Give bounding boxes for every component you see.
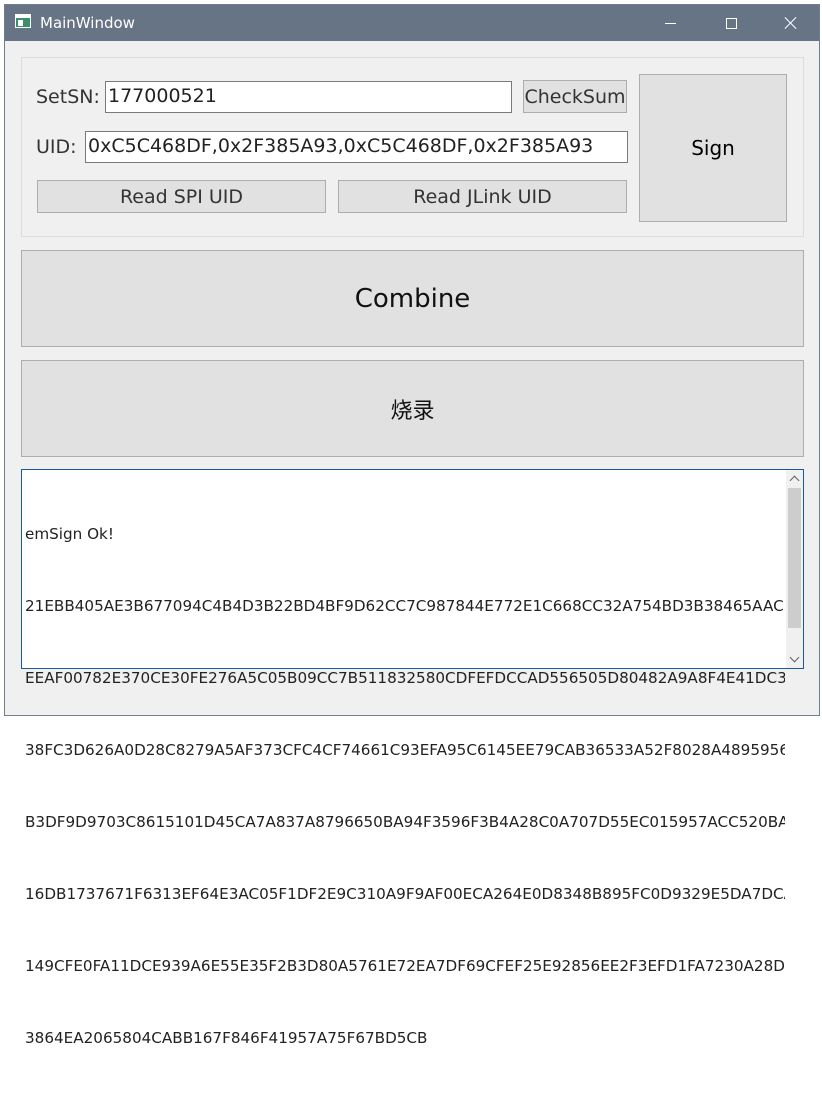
uid-input[interactable]: 0xC5C468DF,0x2F385A93,0xC5C468DF,0x2F385… [85, 131, 628, 163]
title-bar[interactable]: MainWindow [5, 5, 819, 41]
scroll-down-button[interactable] [786, 651, 803, 668]
log-line: 149CFE0FA11DCE939A6E55E35F2B3D80A5761E72… [25, 957, 785, 975]
read-spi-uid-button[interactable]: Read SPI UID [37, 180, 326, 213]
chevron-up-icon [789, 475, 800, 486]
read-spi-uid-label: Read SPI UID [119, 185, 244, 208]
read-jlink-uid-button[interactable]: Read JLink UID [338, 180, 627, 213]
app-window-icon [15, 14, 31, 28]
main-window: MainWindow SetSN: 177000521 CheckSum Sig… [4, 4, 820, 1047]
minimize-button[interactable] [647, 5, 693, 41]
log-line: B3DF9D9703C8615101D45CA7A837A8796650BA94… [25, 813, 785, 831]
log-line: 21EBB405AE3B677094C4B4D3B22BD4BF9D62CC7C… [25, 597, 785, 615]
close-icon [784, 16, 798, 30]
log-line: emSign Ok! [25, 525, 114, 543]
log-line: 38FC3D626A0D28C8279A5AF373CFC4CF74661C93… [25, 741, 785, 759]
minimize-icon [664, 22, 676, 24]
burn-button-label: 烧录 [390, 398, 435, 424]
log-output[interactable]: emSign Ok! 21EBB405AE3B677094C4B4D3B22BD… [21, 469, 804, 1047]
combine-button[interactable]: Combine [21, 250, 804, 347]
chevron-down-icon [789, 652, 800, 663]
setsn-label: SetSN: [36, 86, 100, 108]
scroll-up-button[interactable] [786, 470, 803, 487]
maximize-button[interactable] [708, 5, 754, 41]
read-jlink-uid-label: Read JLink UID [413, 185, 552, 208]
setsn-input[interactable]: 177000521 [105, 81, 512, 113]
log-line: 3864EA2065804CABB167F846F41957A75F67BD5C… [25, 1029, 428, 1047]
window-title: MainWindow [40, 14, 135, 32]
close-button[interactable] [768, 5, 814, 41]
log-scrollbar[interactable] [786, 470, 803, 668]
checksum-button-label: CheckSum [524, 85, 626, 108]
maximize-icon [725, 17, 737, 29]
burn-button[interactable]: 烧录 [21, 360, 804, 457]
log-text: emSign Ok! 21EBB405AE3B677094C4B4D3B22BD… [25, 474, 785, 1098]
log-line: EEAF00782E370CE30FE276A5C05B09CC7B511832… [25, 669, 785, 687]
log-line: 16DB1737671F6313EF64E3AC05F1DF2E9C310A9F… [25, 885, 785, 903]
combine-button-label: Combine [354, 283, 471, 314]
sign-button-label: Sign [691, 136, 735, 160]
checksum-button[interactable]: CheckSum [523, 80, 627, 113]
uid-label: UID: [36, 136, 77, 158]
scrollbar-thumb[interactable] [788, 488, 801, 628]
sign-button[interactable]: Sign [639, 74, 787, 222]
